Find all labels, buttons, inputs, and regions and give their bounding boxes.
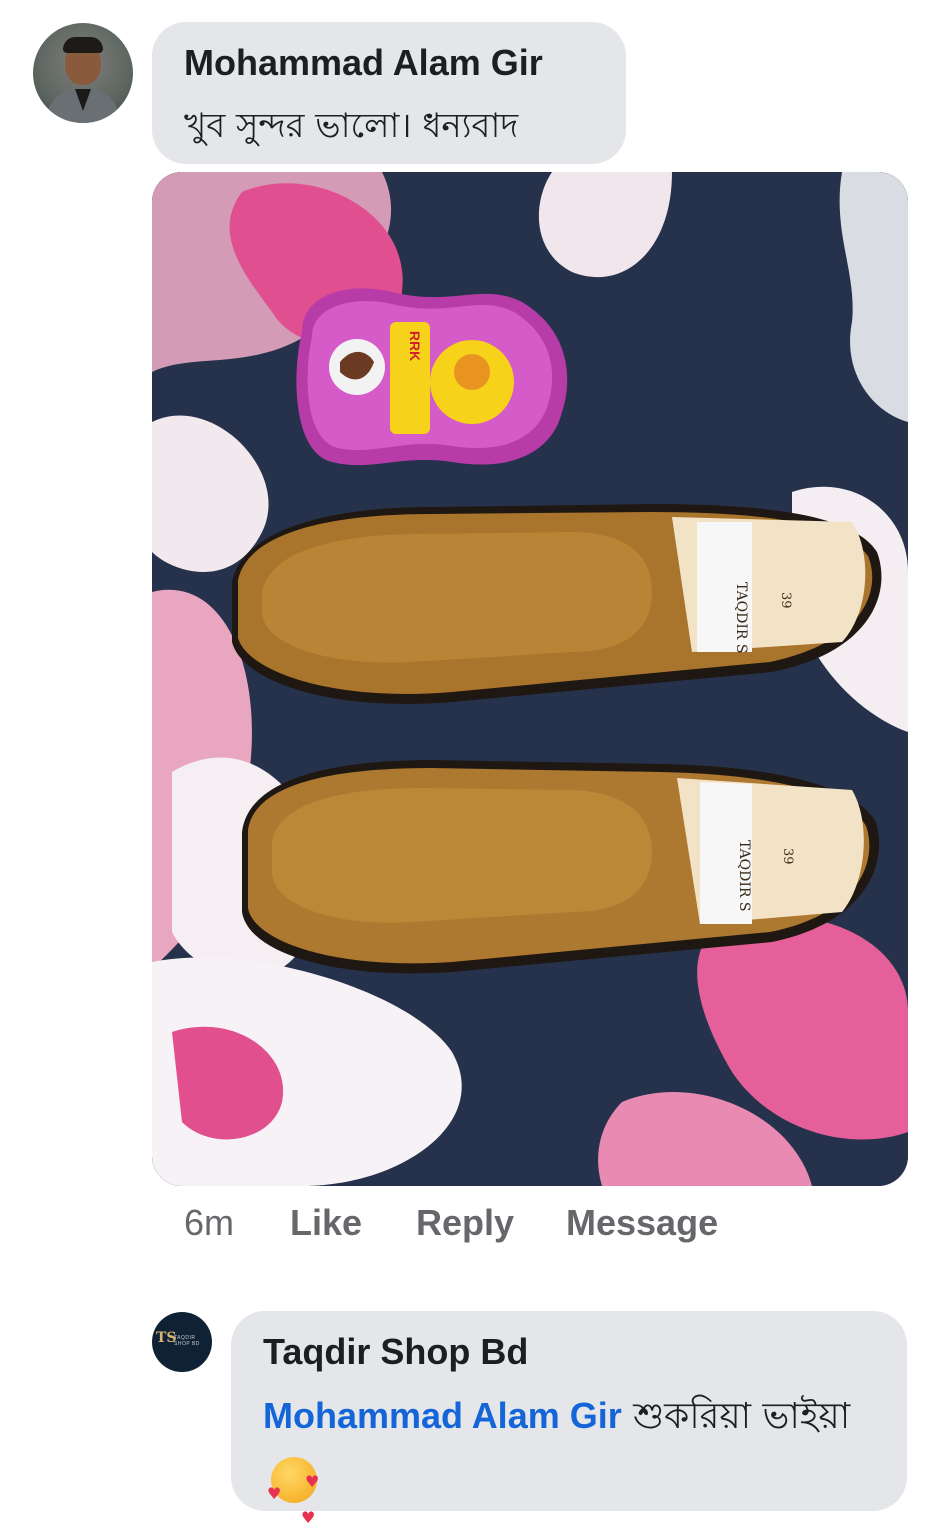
mention-link[interactable]: Mohammad Alam Gir [263, 1395, 622, 1436]
insole-brand-top: TAQDIR S [733, 582, 749, 654]
comment-photo[interactable]: RRK TAQDIR S 39 TAQDIR S 39 [152, 172, 908, 1186]
polish-brand: RRK [407, 331, 423, 361]
reply-bubble[interactable]: Taqdir Shop Bd Mohammad Alam Gir শুকরিয়… [231, 1311, 907, 1527]
comment-thread: Mohammad Alam Gir খুব সুন্দর ভালো। ধন্যব… [0, 0, 940, 1536]
comment-author[interactable]: Mohammad Alam Gir [184, 42, 543, 84]
shoe-size-top: 39 [778, 592, 793, 609]
like-button[interactable]: Like [290, 1202, 416, 1244]
smiling-face-with-hearts-icon: ♥ ♥ ♥ [267, 1457, 319, 1527]
reply-text: Mohammad Alam Gir শুকরিয়া ভাইয়া ♥ ♥ ♥ [263, 1385, 883, 1527]
shoe-size-bottom: 39 [780, 848, 795, 865]
commenter-avatar[interactable] [33, 23, 133, 123]
message-button[interactable]: Message [566, 1202, 718, 1244]
reply-author[interactable]: Taqdir Shop Bd [263, 1331, 528, 1373]
reply-message: শুকরিয়া ভাইয়া [633, 1396, 851, 1437]
shoe-polish-sponge: RRK [296, 288, 568, 466]
comment-timestamp[interactable]: 6m [184, 1202, 290, 1244]
shoes-photo-illustration: RRK TAQDIR S 39 TAQDIR S 39 [152, 172, 908, 1186]
comment-bubble[interactable]: Mohammad Alam Gir খুব সুন্দর ভালো। ধন্যব… [152, 22, 626, 164]
reply-button[interactable]: Reply [416, 1202, 566, 1244]
insole-brand-bottom: TAQDIR S [736, 840, 752, 912]
comment-actions: 6m Like Reply Message [184, 1202, 718, 1244]
shop-avatar[interactable]: TS TAQDIR SHOP BD [152, 1312, 212, 1372]
comment-text: খুব সুন্দর ভালো। ধন্যবাদ [184, 106, 519, 146]
shop-logo-text: TAQDIR SHOP BD [174, 1335, 200, 1347]
avatar-hair [63, 37, 103, 53]
